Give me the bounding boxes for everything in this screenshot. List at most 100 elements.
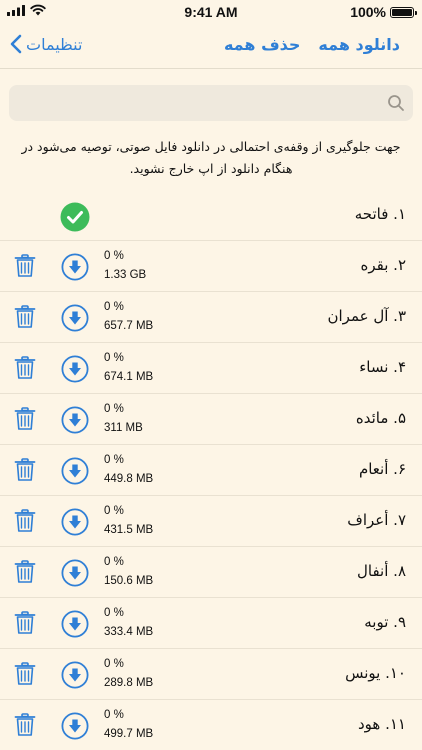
progress-percent: 0 % [104,454,124,466]
list-item: 0 % 333.4 MB ۹. توبه [0,598,422,649]
nav-actions: دانلود همه حذف همه [224,35,400,54]
search-box [9,85,413,121]
delete-button[interactable] [14,305,36,329]
delete-button[interactable] [14,407,36,431]
file-size: 449.8 MB [104,473,154,485]
surah-name: ۷. أعراف [347,511,406,529]
trash-icon [14,662,36,685]
download-icon [61,406,89,434]
progress-percent: 0 % [104,709,124,721]
surah-name: ۵. مائده [355,409,406,427]
back-label: تنظیمات [26,34,83,54]
surah-name: ۸. أنفال [357,562,406,580]
delete-button[interactable] [14,356,36,380]
list-item: ۱. فاتحه [0,190,422,241]
list-item: 0 % 431.5 MB ۷. أعراف [0,496,422,547]
progress-percent: 0 % [104,403,124,415]
trash-icon [14,509,36,532]
file-size: 431.5 MB [104,524,154,536]
list-item: 0 % 150.6 MB ۸. أنفال [0,547,422,598]
file-size: 289.8 MB [104,677,154,689]
delete-button[interactable] [14,458,36,482]
nav-bar: تنظیمات دانلود همه حذف همه [0,26,422,66]
download-button[interactable] [61,406,89,434]
surah-list: ۱. فاتحه 0 % 1.33 GB ۲. بقره 0 % 657.7 M… [0,190,422,750]
download-button[interactable] [61,253,89,281]
status-bar: 9:41 AM 100% [0,0,422,24]
nav-divider [0,68,422,69]
search-input[interactable] [9,85,413,121]
download-notice: جهت جلوگیری از وقفه‌ی احتمالی در دانلود … [21,139,401,176]
download-button[interactable] [61,661,89,689]
download-button[interactable] [61,712,89,740]
surah-name: ۶. أنعام [358,460,406,478]
download-icon [61,661,89,689]
list-item: 0 % 1.33 GB ۲. بقره [0,241,422,292]
delete-button[interactable] [14,509,36,533]
chevron-left-icon [10,34,22,54]
surah-name: ۱. فاتحه [354,205,406,223]
surah-name: ۳. آل عمران [327,307,406,325]
download-button[interactable] [61,508,89,536]
list-item: 0 % 449.8 MB ۶. أنعام [0,445,422,496]
back-button[interactable]: تنظیمات [10,34,82,54]
trash-icon [14,611,36,634]
progress-percent: 0 % [104,250,124,262]
download-button[interactable] [61,610,89,638]
delete-button[interactable] [14,662,36,686]
trash-icon [14,713,36,736]
file-size: 674.1 MB [104,371,154,383]
download-icon [61,559,89,587]
trash-icon [14,458,36,481]
file-size: 499.7 MB [104,728,154,740]
download-icon [61,457,89,485]
download-button[interactable] [61,355,89,383]
list-item: 0 % 674.1 MB ۴. نساء [0,343,422,394]
delete-button[interactable] [14,560,36,584]
download-icon [61,508,89,536]
delete-button[interactable] [14,713,36,737]
delete-button[interactable] [14,611,36,635]
download-button[interactable] [61,457,89,485]
download-button[interactable] [61,559,89,587]
trash-icon [14,407,36,430]
list-item: 0 % 311 MB ۵. مائده [0,394,422,445]
delete-button[interactable] [14,254,36,278]
surah-name: ۲. بقره [360,256,407,274]
surah-name: ۹. توبه [364,613,406,631]
download-icon [61,304,89,332]
surah-name: ۴. نساء [359,358,406,376]
trash-icon [14,560,36,583]
file-size: 657.7 MB [104,320,154,332]
download-icon [61,355,89,383]
progress-percent: 0 % [104,556,124,568]
status-right: 100% [350,4,417,20]
progress-percent: 0 % [104,607,124,619]
trash-icon [14,305,36,328]
surah-name: ۱۱. هود [358,715,406,733]
download-icon [61,610,89,638]
download-all-button[interactable]: دانلود همه [318,35,400,54]
progress-percent: 0 % [104,505,124,517]
surah-name: ۱۰. یونس [345,664,406,682]
file-size: 311 MB [104,422,143,434]
delete-all-button[interactable]: حذف همه [224,35,300,54]
file-size: 1.33 GB [104,269,147,281]
battery-percent: 100% [350,4,386,20]
progress-percent: 0 % [104,301,124,313]
progress-percent: 0 % [104,658,124,670]
download-icon [61,712,89,740]
search-icon [388,95,404,111]
file-size: 333.4 MB [104,626,154,638]
list-item: 0 % 499.7 MB ۱۱. هود [0,700,422,750]
progress-percent: 0 % [104,352,124,364]
download-icon [61,253,89,281]
trash-icon [14,356,36,379]
file-size: 150.6 MB [104,575,154,587]
list-item: 0 % 657.7 MB ۳. آل عمران [0,292,422,343]
download-button[interactable] [61,304,89,332]
battery-icon [390,6,417,18]
downloaded-check-icon [60,202,90,232]
list-item: 0 % 289.8 MB ۱۰. یونس [0,649,422,700]
trash-icon [14,254,36,277]
